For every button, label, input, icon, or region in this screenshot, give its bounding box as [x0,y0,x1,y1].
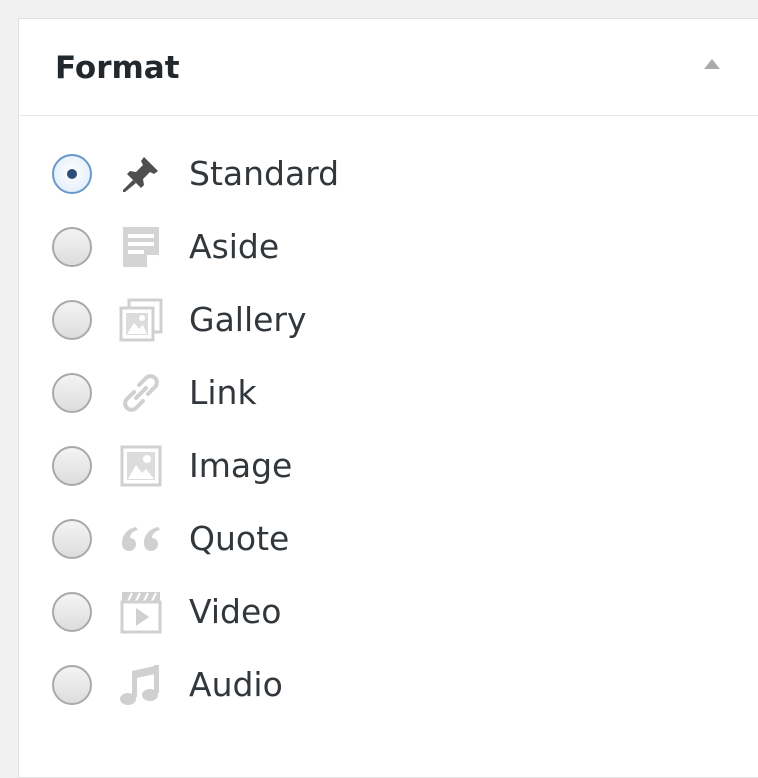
format-option-aside[interactable]: Aside [19,210,758,283]
format-label: Audio [189,665,283,704]
format-label: Gallery [189,300,307,339]
link-icon [117,369,165,417]
radio-gallery[interactable] [52,300,92,340]
quote-icon [117,515,165,563]
format-option-gallery[interactable]: Gallery [19,283,758,356]
video-icon [117,588,165,636]
panel-title: Format [55,50,180,86]
radio-aside[interactable] [52,227,92,267]
radio-audio[interactable] [52,665,92,705]
image-icon [117,442,165,490]
aside-note-icon [117,223,165,271]
format-label: Quote [189,519,290,558]
format-label: Link [189,373,257,412]
format-option-video[interactable]: Video [19,575,758,648]
format-option-link[interactable]: Link [19,356,758,429]
format-option-image[interactable]: Image [19,429,758,502]
format-label: Image [189,446,293,485]
radio-selected-dot [67,169,77,179]
radio-standard[interactable] [52,154,92,194]
format-option-audio[interactable]: Audio [19,648,758,721]
pin-icon [117,150,165,198]
format-label: Video [189,592,282,631]
format-label: Aside [189,227,280,266]
radio-link[interactable] [52,373,92,413]
audio-icon [117,661,165,709]
radio-video[interactable] [52,592,92,632]
triangle-up-icon[interactable] [704,59,720,69]
format-option-standard[interactable]: Standard [19,137,758,210]
panel-header[interactable]: Format [19,19,758,116]
radio-quote[interactable] [52,519,92,559]
format-label: Standard [189,154,340,193]
radio-image[interactable] [52,446,92,486]
format-option-quote[interactable]: Quote [19,502,758,575]
gallery-icon [117,296,165,344]
format-list: Standard Aside Gallery Link Image Quote … [19,137,758,721]
format-panel: Format Standard Aside Gallery Link Image… [18,18,758,778]
